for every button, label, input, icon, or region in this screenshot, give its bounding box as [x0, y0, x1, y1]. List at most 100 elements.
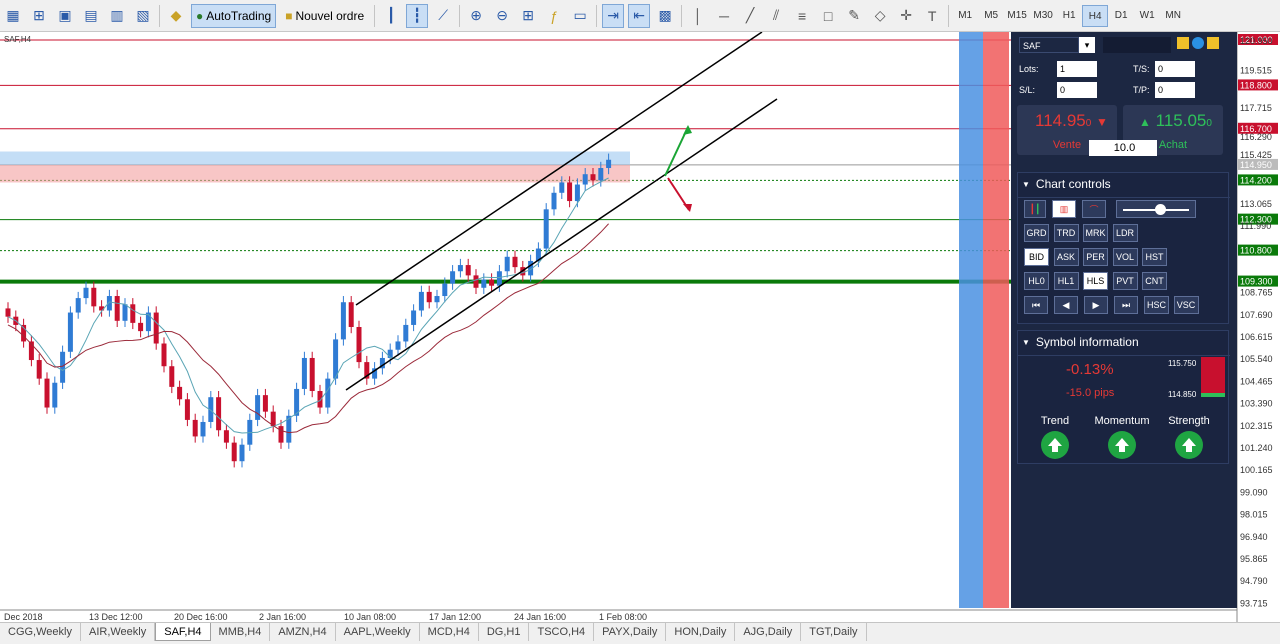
- candlestick-icon[interactable]: ┇: [406, 3, 429, 28]
- control-ask[interactable]: ASK: [1053, 248, 1079, 266]
- chart-tab[interactable]: PAYX,Daily: [594, 623, 667, 641]
- control-trd[interactable]: TRD: [1053, 224, 1079, 242]
- cursor-icon[interactable]: │: [687, 4, 709, 28]
- timeframe-h1[interactable]: H1: [1056, 5, 1082, 27]
- chart-tab[interactable]: AIR,Weekly: [81, 623, 156, 641]
- pencil-icon[interactable]: ✎: [843, 4, 865, 28]
- autotrading-button[interactable]: ● AutoTrading: [191, 3, 277, 28]
- range-low: 114.850: [1168, 390, 1197, 399]
- control-vsc[interactable]: VSC: [1173, 296, 1199, 314]
- control-bid[interactable]: BID: [1024, 248, 1049, 266]
- shapes-icon[interactable]: ◇: [869, 4, 891, 28]
- control-hl1[interactable]: HL1: [1053, 272, 1079, 290]
- control-pvt[interactable]: PVT: [1112, 272, 1138, 290]
- nav-icon[interactable]: ⏭: [1114, 296, 1138, 314]
- crosshair-icon[interactable]: ✛: [895, 4, 917, 28]
- market-watch-icon[interactable]: ▤: [80, 4, 102, 28]
- zoom-slider[interactable]: [1116, 200, 1196, 218]
- chart-tab[interactable]: DG,H1: [479, 623, 530, 641]
- timeframe-m5[interactable]: M5: [978, 5, 1004, 27]
- control-cnt[interactable]: CNT: [1142, 272, 1167, 290]
- nav-icon[interactable]: ◀: [1054, 296, 1078, 314]
- timeframe-h4[interactable]: H4: [1082, 4, 1109, 27]
- new-order-button[interactable]: ■ Nouvel ordre: [280, 4, 369, 28]
- ts-input[interactable]: 0: [1155, 61, 1195, 77]
- timeframe-d1[interactable]: D1: [1108, 5, 1134, 27]
- tp-input[interactable]: 0: [1155, 82, 1195, 98]
- control-per[interactable]: PER: [1083, 248, 1108, 266]
- control-hst[interactable]: HST: [1142, 248, 1167, 266]
- slider-thumb[interactable]: [1155, 204, 1166, 215]
- control-hls[interactable]: HLS: [1083, 272, 1108, 290]
- channel-icon[interactable]: ⫽: [765, 4, 787, 28]
- trendline-icon[interactable]: ╱: [739, 4, 761, 28]
- trading-panel: SAF ▾ Lots: 1 T/S: 0 S/L: 0 T/P: 0 114.9…: [1011, 32, 1237, 608]
- chart-tab[interactable]: SAF,H4: [155, 623, 211, 641]
- chart-tab[interactable]: AAPL,Weekly: [336, 623, 420, 641]
- candle-body: [411, 310, 417, 325]
- nav-icon[interactable]: ⏮: [1024, 296, 1048, 314]
- control-grd[interactable]: GRD: [1024, 224, 1049, 242]
- lots-input[interactable]: 1: [1057, 61, 1097, 77]
- bars-toggle-icon[interactable]: ▥: [1052, 200, 1076, 218]
- chart-shift-icon[interactable]: ⇤: [628, 3, 651, 28]
- indicator-label: Strength: [1168, 415, 1210, 427]
- timeframe-w1[interactable]: W1: [1134, 5, 1160, 27]
- chart-tab[interactable]: HON,Daily: [666, 623, 736, 641]
- indicators-icon[interactable]: ƒ: [543, 4, 565, 28]
- candles-toggle-icon[interactable]: ┃ ┃: [1024, 200, 1046, 218]
- timeframe-m15[interactable]: M15: [1004, 5, 1030, 27]
- fibonacci-icon[interactable]: ≡: [791, 4, 813, 28]
- text-icon[interactable]: T: [921, 4, 943, 28]
- control-mrk[interactable]: MRK: [1083, 224, 1108, 242]
- data-window-icon[interactable]: ▥: [106, 4, 128, 28]
- profiles-icon[interactable]: ⊞: [28, 4, 50, 28]
- timeframe-m30[interactable]: M30: [1030, 5, 1056, 27]
- bar-chart-icon[interactable]: ┃: [380, 4, 402, 28]
- timeframe-mn[interactable]: MN: [1160, 5, 1186, 27]
- maximize-icon[interactable]: [1207, 37, 1219, 49]
- screenshot-icon[interactable]: ▩: [654, 4, 676, 28]
- zoom-in-icon[interactable]: ⊕: [465, 4, 487, 28]
- chart-tab[interactable]: TGT,Daily: [801, 623, 867, 641]
- symbol-search-box[interactable]: [1103, 37, 1171, 53]
- line-chart-icon[interactable]: ⟋: [432, 4, 454, 28]
- control-ldr[interactable]: LDR: [1112, 224, 1138, 242]
- sl-input[interactable]: 0: [1057, 82, 1097, 98]
- copy-icon[interactable]: [1177, 37, 1189, 49]
- autoscroll-icon[interactable]: ⇥: [602, 3, 625, 28]
- navigator-icon[interactable]: ▧: [132, 4, 154, 28]
- strategy-tester-icon[interactable]: ◆: [165, 4, 187, 28]
- chevron-down-icon[interactable]: ▾: [1079, 37, 1095, 53]
- chart-tab[interactable]: TSCO,H4: [529, 623, 595, 641]
- control-vol[interactable]: VOL: [1112, 248, 1138, 266]
- chart-controls-header[interactable]: ▼ Chart controls: [1022, 177, 1111, 191]
- rectangle-icon[interactable]: □: [817, 4, 839, 28]
- arrow-down-icon: ▼: [1096, 115, 1108, 129]
- price-tick: 119.515: [1240, 66, 1272, 76]
- control-hsc[interactable]: HSC: [1144, 296, 1169, 314]
- chart-tab[interactable]: AMZN,H4: [270, 623, 336, 641]
- new-chart-icon[interactable]: ▦: [2, 4, 24, 28]
- candle-body: [255, 395, 261, 420]
- chart-tab[interactable]: AJG,Daily: [735, 623, 802, 641]
- symbol-select[interactable]: SAF ▾: [1019, 37, 1095, 53]
- time-tick: 1 Feb 08:00: [599, 612, 647, 622]
- tile-windows-icon[interactable]: ⊞: [517, 4, 539, 28]
- control-hl0[interactable]: HL0: [1024, 272, 1049, 290]
- chart-tab[interactable]: MMB,H4: [211, 623, 271, 641]
- toolbar-separator: [948, 4, 950, 27]
- timeframe-m1[interactable]: M1: [952, 5, 978, 27]
- candle-body: [551, 192, 557, 210]
- chart-tab[interactable]: CGG,Weekly: [0, 623, 81, 641]
- charts-icon[interactable]: ▣: [54, 4, 76, 28]
- line-toggle-icon[interactable]: ⌒: [1082, 200, 1106, 218]
- horizontal-line-icon[interactable]: ─: [713, 4, 735, 28]
- settings-icon[interactable]: [1192, 37, 1204, 49]
- templates-icon[interactable]: ▭: [569, 4, 591, 28]
- symbol-info-header[interactable]: ▼ Symbol information: [1022, 335, 1139, 349]
- chart-tab[interactable]: MCD,H4: [420, 623, 479, 641]
- nav-icon[interactable]: ▶: [1084, 296, 1108, 314]
- zoom-out-icon[interactable]: ⊖: [491, 4, 513, 28]
- volume-input[interactable]: 10.0: [1089, 140, 1157, 156]
